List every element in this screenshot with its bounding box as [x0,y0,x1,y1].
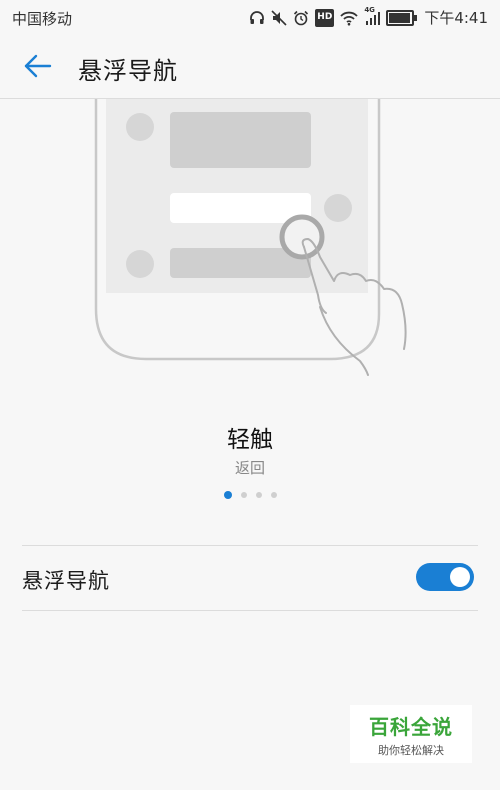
toggle-knob [450,567,470,587]
gesture-title: 轻触 [227,427,273,453]
back-arrow-icon [24,54,52,78]
network-type-label: 4G [364,5,375,14]
carrier-name: 中国移动 [12,10,73,28]
screen-dot-left-top [126,113,154,141]
back-button[interactable] [18,48,58,84]
wifi-icon [340,9,358,27]
app-bar: 悬浮导航 [0,34,500,98]
page-title: 悬浮导航 [78,57,178,85]
gesture-description: 返回 [234,459,265,477]
watermark-title: 百科全说 [369,715,453,739]
floating-nav-toggle[interactable] [416,563,474,591]
phone-tap-illustration [94,99,407,376]
signal-icon: 4G [364,5,381,27]
mute-icon [271,9,287,27]
screen-dot-right [324,194,352,222]
hd-icon: HD [315,8,335,27]
status-icons: HD 4G 下午4:41 [249,5,488,28]
alarm-icon [293,9,309,27]
floating-nav-label: 悬浮导航 [22,569,110,593]
screen-dot-left-bottom [126,250,154,278]
page-dot-2 [240,492,247,498]
page-dot-4 [270,492,277,498]
battery-level [389,12,410,23]
page-dot-1 [223,491,232,499]
headphones-icon [249,9,265,27]
page-indicator[interactable] [0,491,500,499]
screen-block-top [170,112,311,168]
watermark-subtitle: 助你轻松解决 [378,744,444,757]
battery-icon [386,9,418,27]
clock: 下午4:41 [424,9,488,27]
watermark-logo: 百科全说 助你轻松解决 [350,705,472,763]
floating-nav-setting-row[interactable]: 悬浮导航 [22,546,478,610]
tap-ring [279,214,325,260]
row-divider-bottom [22,610,478,611]
page-dot-3 [255,492,262,498]
gesture-illustration [0,99,500,389]
status-bar: 中国移动 HD 4G 下午4:41 [0,0,500,34]
